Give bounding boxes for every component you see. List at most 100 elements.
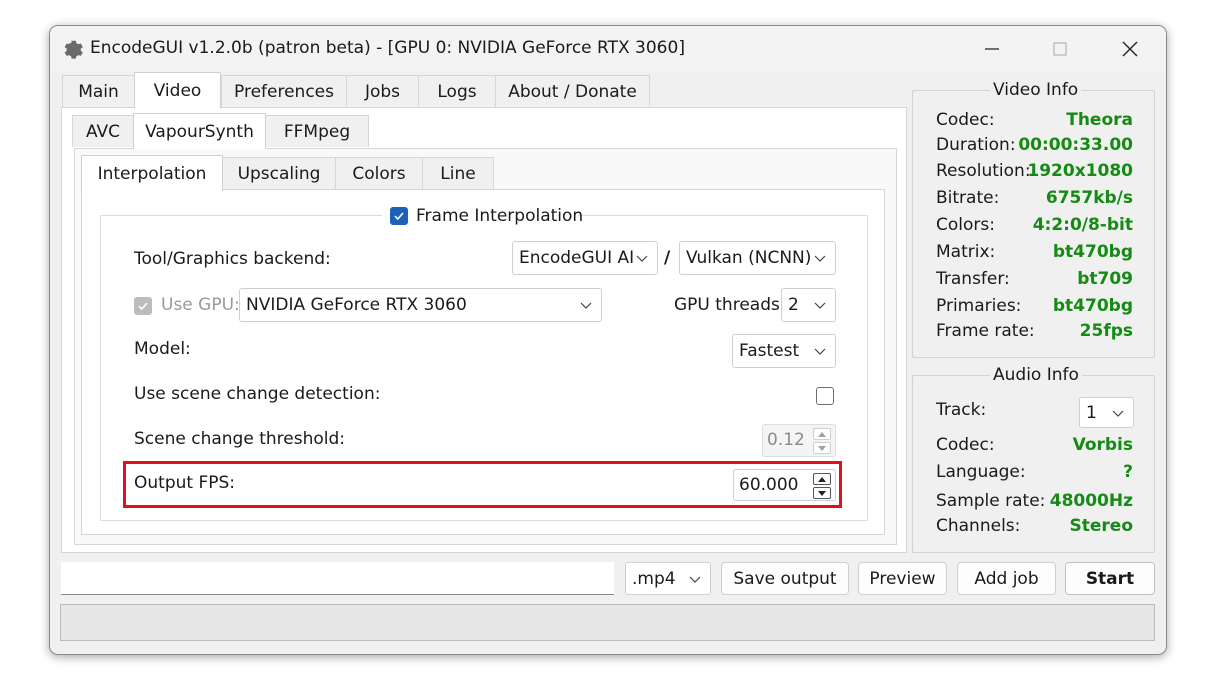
info-value: bt470bg bbox=[1052, 296, 1133, 316]
preview-button[interactable]: Preview bbox=[858, 562, 947, 595]
info-value: 6757kb/s bbox=[1045, 188, 1133, 208]
info-key: Resolution: bbox=[936, 161, 1031, 181]
tab-video[interactable]: Video bbox=[134, 72, 221, 109]
scene-threshold-value: 0.12 bbox=[767, 430, 805, 450]
info-key: Codec: bbox=[936, 435, 995, 455]
minimize-button[interactable] bbox=[958, 26, 1026, 72]
tab-label: VapourSynth bbox=[145, 121, 254, 142]
spin-down-button[interactable] bbox=[813, 442, 831, 454]
gpu-threads-value: 2 bbox=[788, 295, 799, 315]
video-info-row: Primaries: bt470bg bbox=[936, 296, 1133, 318]
save-output-button[interactable]: Save output bbox=[721, 562, 849, 595]
video-info-row: Matrix: bt470bg bbox=[936, 242, 1133, 264]
info-value: Vorbis bbox=[1072, 435, 1133, 455]
tab-preferences[interactable]: Preferences bbox=[221, 75, 347, 107]
tab-logs[interactable]: Logs bbox=[418, 75, 496, 107]
gpu-select-value: NVIDIA GeForce RTX 3060 bbox=[246, 295, 467, 315]
video-info-title: Video Info bbox=[990, 80, 1082, 100]
audio-info-group: Audio Info Track: 1 Codec: Vorbis Languag… bbox=[912, 365, 1155, 553]
video-info-group: Video Info Codec: Theora Duration: 00:00:3… bbox=[912, 80, 1155, 358]
close-button[interactable] bbox=[1096, 26, 1164, 72]
triangle-down-icon bbox=[818, 445, 826, 451]
close-icon bbox=[1122, 41, 1138, 57]
info-value: bt470bg bbox=[1052, 242, 1133, 262]
audio-info-row: Language:? bbox=[936, 462, 1133, 484]
backend-select[interactable]: Vulkan (NCNN) bbox=[679, 241, 836, 275]
progress-bar bbox=[60, 604, 1155, 641]
use-gpu-label: Use GPU: bbox=[161, 295, 240, 315]
app-window: EncodeGUI v1.2.0b (patron beta) - [GPU 0… bbox=[49, 25, 1167, 655]
tab-label: Preferences bbox=[234, 81, 334, 102]
tab-colors[interactable]: Colors bbox=[335, 157, 423, 189]
track-select[interactable]: 1 bbox=[1079, 397, 1134, 428]
info-value: bt709 bbox=[1077, 269, 1133, 289]
spin-up-button[interactable] bbox=[813, 473, 831, 485]
vapoursynth-panel: Interpolation Upscaling Colors Line Fram… bbox=[74, 148, 897, 545]
use-gpu-checkbox[interactable] bbox=[134, 297, 152, 315]
tab-label: About / Donate bbox=[508, 81, 637, 102]
backend-label: Tool/Graphics backend: bbox=[134, 249, 331, 269]
output-path-input[interactable] bbox=[61, 562, 614, 595]
frame-interpolation-checkbox[interactable] bbox=[390, 207, 408, 225]
video-info-row: Colors: 4:2:0/8-bit bbox=[936, 215, 1133, 237]
scene-detect-checkbox[interactable] bbox=[816, 387, 834, 405]
container-select[interactable]: .mp4 bbox=[625, 562, 711, 595]
info-key: Duration: bbox=[936, 135, 1016, 155]
video-info-row: Duration: 00:00:33.00 bbox=[936, 135, 1133, 157]
tab-vapoursynth[interactable]: VapourSynth bbox=[133, 113, 266, 149]
info-key: Primaries: bbox=[936, 296, 1022, 316]
tab-label: Jobs bbox=[364, 81, 401, 102]
triangle-up-icon bbox=[818, 476, 826, 482]
window-title: EncodeGUI v1.2.0b (patron beta) - [GPU 0… bbox=[90, 38, 685, 58]
output-fps-spinbox[interactable]: 60.000 bbox=[733, 469, 836, 501]
tab-interpolation[interactable]: Interpolation bbox=[81, 155, 223, 191]
info-key: Bitrate: bbox=[936, 188, 1000, 208]
info-value: 00:00:33.00 bbox=[1018, 135, 1133, 155]
checkmark-icon bbox=[394, 212, 404, 221]
tab-label: AVC bbox=[85, 121, 121, 142]
tool-select[interactable]: EncodeGUI AI bbox=[512, 241, 658, 275]
info-key: Colors: bbox=[936, 215, 995, 235]
video-info-row: Codec: Theora bbox=[936, 110, 1133, 132]
video-info-row: Resolution: 1920x1080 bbox=[936, 161, 1133, 183]
add-job-button[interactable]: Add job bbox=[957, 562, 1056, 595]
scene-threshold-spinbox[interactable]: 0.12 bbox=[762, 424, 836, 457]
info-key: Codec: bbox=[936, 110, 995, 130]
model-label: Model: bbox=[134, 339, 191, 359]
gpu-threads-select[interactable]: 2 bbox=[781, 288, 836, 322]
info-value: 25fps bbox=[1079, 321, 1133, 341]
tab-upscaling[interactable]: Upscaling bbox=[222, 157, 336, 189]
model-select[interactable]: Fastest bbox=[732, 334, 836, 368]
audio-info-row: Codec: Vorbis bbox=[936, 435, 1133, 457]
triangle-down-icon bbox=[818, 490, 826, 496]
info-value: 48000Hz bbox=[1049, 491, 1133, 511]
info-key: Transfer: bbox=[936, 269, 1010, 289]
tab-main[interactable]: Main bbox=[62, 75, 135, 107]
triangle-up-icon bbox=[818, 431, 826, 437]
tab-label: Line bbox=[440, 163, 476, 184]
spin-down-button[interactable] bbox=[813, 487, 831, 499]
tab-about-donate[interactable]: About / Donate bbox=[495, 75, 650, 107]
gpu-select[interactable]: NVIDIA GeForce RTX 3060 bbox=[239, 288, 602, 322]
tab-line[interactable]: Line bbox=[422, 157, 494, 189]
frame-interpolation-label: Frame Interpolation bbox=[416, 206, 584, 226]
info-key: Matrix: bbox=[936, 242, 996, 262]
tab-ffmpeg[interactable]: FFMpeg bbox=[265, 115, 369, 147]
spin-up-button[interactable] bbox=[813, 428, 831, 440]
start-button[interactable]: Start bbox=[1065, 562, 1155, 595]
track-label: Track: bbox=[936, 400, 987, 420]
track-select-value: 1 bbox=[1086, 402, 1097, 423]
checkmark-icon bbox=[138, 302, 148, 311]
minimize-icon bbox=[985, 48, 999, 50]
audio-info-row: Channels: Stereo bbox=[936, 516, 1133, 538]
tab-jobs[interactable]: Jobs bbox=[346, 75, 419, 107]
tab-label: Interpolation bbox=[97, 163, 207, 184]
tab-avc[interactable]: AVC bbox=[72, 115, 134, 147]
info-value: 1920x1080 bbox=[1027, 161, 1133, 181]
maximize-button[interactable] bbox=[1026, 26, 1094, 72]
output-fps-label: Output FPS: bbox=[134, 473, 236, 493]
info-value: Theora bbox=[1066, 110, 1133, 130]
title-bar: EncodeGUI v1.2.0b (patron beta) - [GPU 0… bbox=[50, 26, 1166, 72]
backend-separator: / bbox=[664, 248, 671, 268]
tab-label: FFMpeg bbox=[283, 121, 351, 142]
